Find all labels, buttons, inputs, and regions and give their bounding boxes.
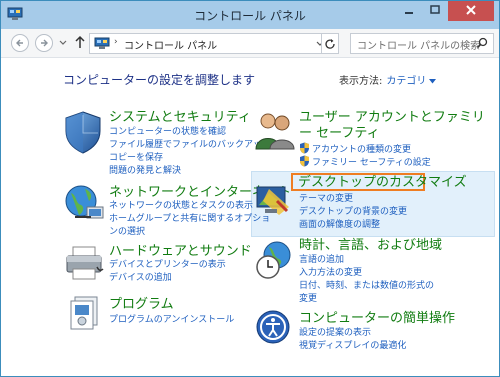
recent-pages-chevron-icon[interactable] [59, 40, 67, 46]
network-globe-icon[interactable] [63, 183, 107, 225]
programs-icon[interactable] [67, 293, 107, 331]
link-change-date-format-cont[interactable]: 変更 [299, 293, 317, 305]
maximize-button[interactable] [422, 1, 448, 21]
category-title-user-line1[interactable]: ユーザー アカウントとファミリ [299, 110, 485, 125]
category-title-user-line2[interactable]: ー セーフティ [299, 126, 380, 141]
back-button[interactable] [11, 34, 29, 52]
link-homegroup-options-cont[interactable]: ンの選択 [109, 226, 145, 238]
printer-icon[interactable] [63, 245, 107, 281]
link-screen-resolution[interactable]: 画面の解像度の調整 [299, 219, 380, 231]
category-title-system[interactable]: システムとセキュリティ [109, 110, 251, 125]
ease-of-access-icon[interactable] [255, 309, 291, 345]
link-optimize-display[interactable]: 視覚ディスプレイの最適化 [299, 340, 406, 352]
desktop-display-icon[interactable] [255, 181, 291, 219]
control-panel-icon [94, 37, 110, 49]
link-change-date-format[interactable]: 日付、時刻、または数値の形式の [299, 280, 434, 292]
address-bar[interactable]: › コントロール パネル [89, 33, 339, 54]
breadcrumb-separator: › [114, 37, 118, 47]
link-family-safety[interactable]: ファミリー セーフティの設定 [299, 155, 431, 169]
link-troubleshoot[interactable]: 問題の発見と解決 [109, 165, 181, 177]
users-icon[interactable] [255, 109, 295, 151]
category-title-hardware[interactable]: ハードウェアとサウンド [109, 244, 252, 259]
category-title-ease[interactable]: コンピューターの簡単操作 [299, 311, 455, 326]
link-change-input-method[interactable]: 入力方法の変更 [299, 267, 362, 279]
link-check-status[interactable]: コンピューターの状態を確認 [109, 126, 226, 138]
link-change-account-type-label: アカウントの種類の変更 [312, 145, 412, 155]
maximize-icon [430, 5, 440, 14]
link-suggested-settings[interactable]: 設定の提案の表示 [299, 327, 371, 339]
security-shield-icon[interactable] [61, 109, 105, 155]
minimize-icon [405, 12, 413, 14]
navigation-bar: › コントロール パネル コントロール パネルの検索 [1, 29, 499, 58]
arrow-left-icon [16, 39, 23, 47]
clock-globe-icon[interactable] [255, 239, 295, 281]
view-by-dropdown[interactable]: カテゴリ [386, 76, 426, 87]
breadcrumb-control-panel[interactable]: コントロール パネル [124, 37, 217, 52]
category-title-appearance[interactable]: デスクトップのカスタマイズ [298, 175, 467, 190]
link-change-theme[interactable]: テーマの変更 [299, 193, 353, 205]
control-panel-window: コントロール パネル › コントロール パネル コントロール パネルの検索 コン… [0, 0, 500, 377]
caret-down-icon[interactable] [429, 78, 437, 84]
close-button[interactable] [448, 1, 494, 21]
uac-shield-icon [300, 142, 309, 154]
link-desktop-background[interactable]: デスクトップの背景の変更 [299, 206, 407, 218]
search-box[interactable]: コントロール パネルの検索 [350, 33, 494, 54]
refresh-button[interactable] [321, 33, 339, 54]
forward-button[interactable] [35, 34, 53, 52]
close-icon [466, 5, 476, 15]
search-icon[interactable] [476, 37, 488, 49]
category-title-programs[interactable]: プログラム [109, 297, 174, 312]
link-homegroup-options[interactable]: ホームグループと共有に関するオプショ [109, 213, 270, 225]
minimize-button[interactable] [396, 1, 422, 21]
link-file-history-backup-cont[interactable]: コピーを保存 [109, 152, 163, 164]
link-add-language[interactable]: 言語の追加 [299, 254, 344, 266]
title-bar[interactable]: コントロール パネル [1, 1, 499, 29]
arrow-right-icon [41, 39, 48, 47]
category-title-clock[interactable]: 時計、言語、および地域 [299, 238, 442, 253]
link-network-status[interactable]: ネットワークの状態とタスクの表示 [109, 200, 253, 212]
arrow-up-icon[interactable] [75, 35, 85, 49]
page-title: コンピューターの設定を調整します [63, 73, 256, 87]
view-by-control: 表示方法: カテゴリ [339, 72, 437, 87]
uac-shield-icon [300, 155, 309, 167]
link-uninstall-program[interactable]: プログラムのアンインストール [109, 314, 234, 326]
link-file-history-backup[interactable]: ファイル履歴でファイルのバックアップ [109, 139, 271, 151]
refresh-icon [325, 39, 335, 49]
search-input[interactable]: コントロール パネルの検索 [357, 37, 480, 52]
link-family-safety-label: ファミリー セーフティの設定 [312, 158, 431, 168]
link-change-account-type[interactable]: アカウントの種類の変更 [299, 142, 411, 156]
link-add-device[interactable]: デバイスの追加 [109, 272, 172, 284]
view-by-label: 表示方法: [339, 76, 383, 87]
link-devices-printers[interactable]: デバイスとプリンターの表示 [109, 259, 226, 271]
